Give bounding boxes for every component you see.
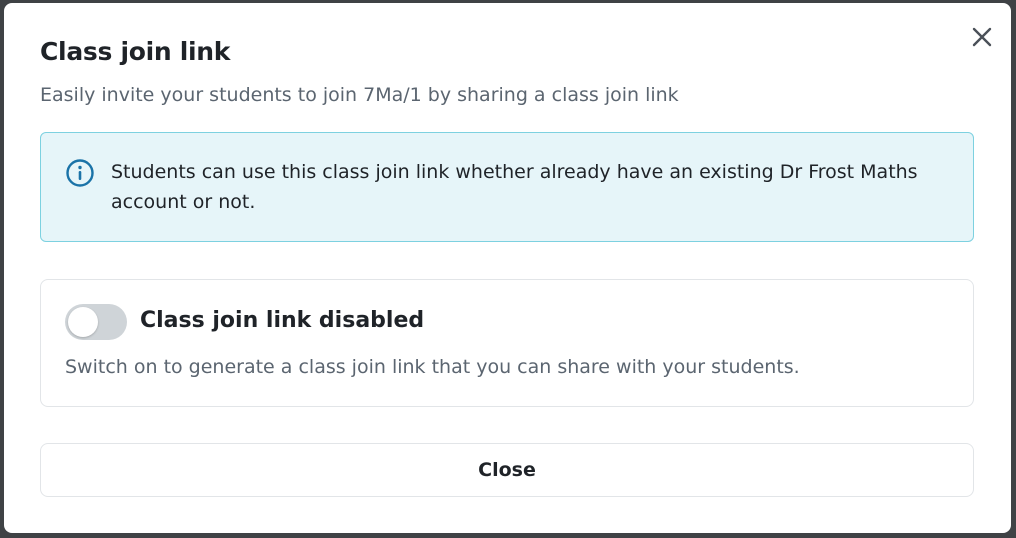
close-button[interactable]: Close <box>40 443 974 497</box>
dialog-subtitle: Easily invite your students to join 7Ma/… <box>40 84 679 106</box>
toggle-description: Switch on to generate a class join link … <box>65 356 800 378</box>
info-circle-icon <box>66 159 94 187</box>
close-x-icon <box>972 27 992 47</box>
toggle-label: Class join link disabled <box>140 308 425 333</box>
info-alert: Students can use this class join link wh… <box>40 132 974 242</box>
join-link-toggle-card: Class join link disabled Switch on to ge… <box>40 279 974 407</box>
close-dialog-button[interactable] <box>968 23 996 51</box>
toggle-knob <box>68 307 98 337</box>
info-alert-text: Students can use this class join link wh… <box>111 161 918 213</box>
dialog-title: Class join link <box>40 37 231 66</box>
join-link-toggle-switch[interactable] <box>65 304 127 340</box>
class-join-link-dialog: Class join link Easily invite your stude… <box>4 3 1011 533</box>
